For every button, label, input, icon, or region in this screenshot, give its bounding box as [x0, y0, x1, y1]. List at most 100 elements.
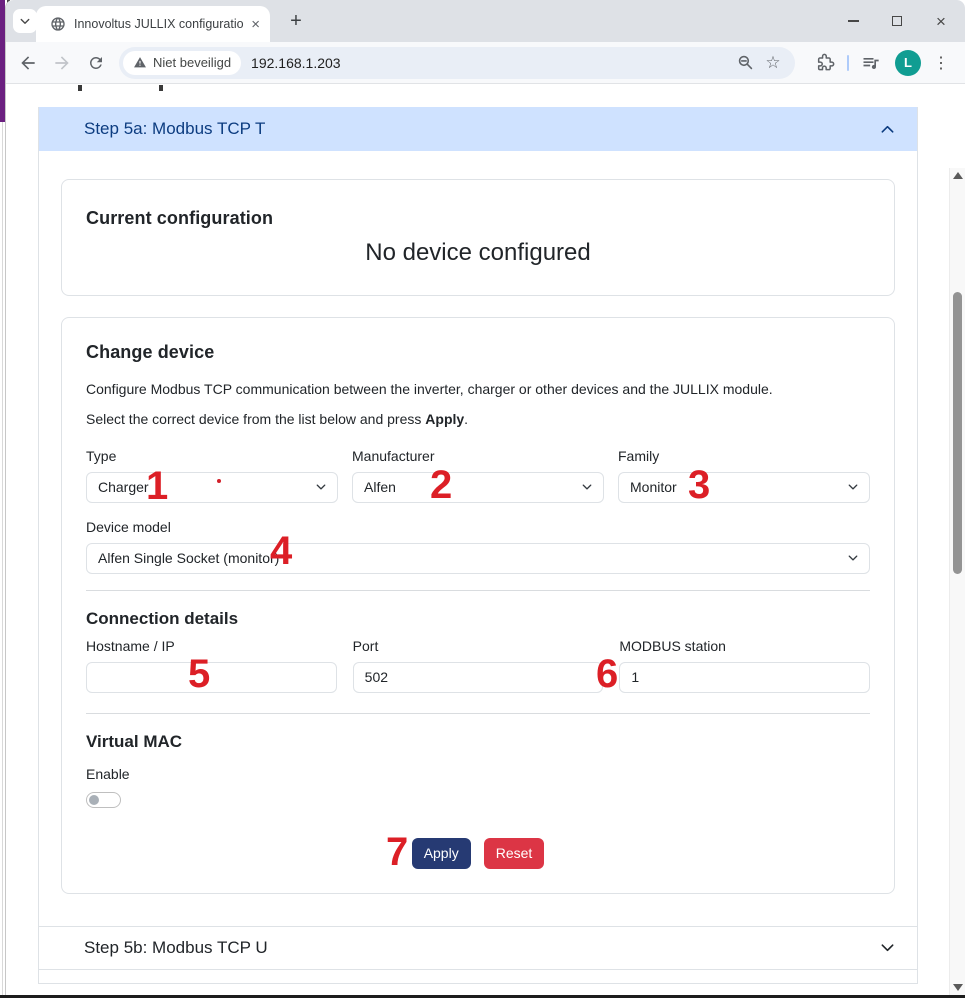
port-field: Port [353, 636, 604, 693]
window-left-border [2, 122, 3, 998]
puzzle-icon [815, 53, 835, 73]
change-device-title: Change device [86, 342, 870, 363]
instruction-period: . [464, 411, 468, 427]
toolbar-divider [847, 55, 849, 71]
port-label: Port [353, 636, 604, 656]
minimize-icon [848, 20, 859, 22]
step5a-title: Step 5a: Modbus TCP T [84, 119, 880, 139]
star-icon: ☆ [765, 53, 780, 73]
window-controls: × [831, 0, 963, 42]
chevron-up-icon [880, 122, 895, 137]
hostname-input[interactable] [86, 662, 337, 693]
change-device-instruction: Select the correct device from the list … [86, 409, 870, 429]
media-controls-button[interactable] [855, 47, 887, 79]
forward-button[interactable] [45, 46, 79, 80]
playlist-icon [861, 53, 881, 73]
extensions-button[interactable] [809, 47, 841, 79]
maximize-button[interactable] [875, 0, 919, 42]
modbus-station-input[interactable] [619, 662, 870, 693]
tab-strip: Innovoltus JULLIX configuration × + × [6, 0, 965, 42]
reload-button[interactable] [79, 46, 113, 80]
browser-toolbar: Niet beveiligd 192.168.1.203 ☆ L ⋮ [6, 42, 965, 84]
chevron-down-icon [880, 940, 895, 955]
scrollbar-thumb[interactable] [953, 292, 962, 574]
connection-details-row: Hostname / IP Scan Port [86, 636, 870, 693]
screenshot-root: Innovoltus JULLIX configuration × + × [0, 0, 965, 998]
forward-arrow-icon [52, 53, 72, 73]
modbus-station-label: MODBUS station [619, 636, 870, 656]
manufacturer-field: Manufacturer Alfen [352, 446, 604, 503]
apply-button[interactable]: Apply [412, 838, 471, 869]
action-button-row: Apply Reset [86, 838, 870, 869]
next-accordion-border [39, 983, 917, 984]
zoom-out-icon [736, 53, 755, 72]
back-button[interactable] [11, 46, 45, 80]
browser-menu-button[interactable]: ⋮ [929, 53, 953, 73]
maximize-icon [892, 16, 902, 26]
enable-label: Enable [86, 764, 870, 784]
chevron-down-icon [19, 15, 31, 27]
globe-favicon-icon [50, 16, 66, 32]
device-model-label: Device model [86, 517, 870, 537]
section-divider [86, 590, 870, 591]
type-field: Type Charger [86, 446, 338, 503]
no-device-status: No device configured [86, 239, 870, 267]
cutoff-text-fragment [78, 85, 82, 91]
warning-icon [133, 56, 147, 69]
scroll-up-button[interactable] [953, 172, 963, 179]
hostname-label: Hostname / IP [86, 636, 337, 656]
family-label: Family [618, 446, 870, 466]
instruction-text: Select the correct device from the list … [86, 411, 425, 427]
section-divider [86, 713, 870, 714]
current-configuration-title: Current configuration [86, 208, 870, 229]
bookmark-star-button[interactable]: ☆ [759, 49, 787, 77]
scrollbar-track[interactable] [949, 168, 965, 995]
zoom-out-indicator[interactable] [731, 49, 759, 77]
step5b-title: Step 5b: Modbus TCP U [84, 938, 880, 958]
device-model-select[interactable]: Alfen Single Socket (monitor) [86, 543, 870, 574]
current-configuration-card: Current configuration No device configur… [61, 179, 895, 296]
virtual-mac-title: Virtual MAC [86, 732, 870, 752]
instruction-apply-bold: Apply [425, 411, 464, 427]
window-close-button[interactable]: × [919, 0, 963, 42]
hostname-field: Hostname / IP Scan [86, 636, 337, 693]
device-model-field: Device model Alfen Single Socket (monito… [86, 517, 870, 574]
back-arrow-icon [18, 53, 38, 73]
tab-close-button[interactable]: × [251, 17, 260, 32]
manufacturer-label: Manufacturer [352, 446, 604, 466]
browser-window: Innovoltus JULLIX configuration × + × [5, 0, 965, 998]
page-content: Step 5a: Modbus TCP T Current configurat… [6, 84, 965, 998]
accordion-gap [39, 970, 917, 983]
connection-details-title: Connection details [86, 609, 870, 629]
browser-tab[interactable]: Innovoltus JULLIX configuration × [36, 6, 270, 42]
cutoff-text-fragment [159, 85, 163, 91]
toggle-knob [89, 795, 99, 805]
type-select[interactable]: Charger [86, 472, 338, 503]
tab-title: Innovoltus JULLIX configuration [74, 17, 243, 31]
scroll-down-button[interactable] [953, 984, 963, 991]
change-device-card: Change device Configure Modbus TCP commu… [61, 317, 895, 894]
accordion-header-step5a[interactable]: Step 5a: Modbus TCP T [39, 107, 917, 151]
profile-avatar[interactable]: L [895, 50, 921, 76]
accordion-body-step5a: Current configuration No device configur… [39, 151, 917, 926]
enable-toggle[interactable] [86, 792, 121, 808]
port-input[interactable] [353, 662, 604, 693]
security-label: Niet beveiligd [153, 55, 231, 70]
type-label: Type [86, 446, 338, 466]
address-bar[interactable]: Niet beveiligd 192.168.1.203 ☆ [119, 47, 795, 79]
new-tab-button[interactable]: + [283, 8, 309, 34]
reload-icon [87, 54, 105, 72]
device-select-row: Type Charger Manufacturer Alfen [86, 446, 870, 503]
family-field: Family Monitor [618, 446, 870, 503]
manufacturer-select[interactable]: Alfen [352, 472, 604, 503]
url-text: 192.168.1.203 [251, 55, 731, 71]
family-select[interactable]: Monitor [618, 472, 870, 503]
tab-search-button[interactable] [13, 9, 37, 33]
minimize-button[interactable] [831, 0, 875, 42]
config-accordion: Step 5a: Modbus TCP T Current configurat… [38, 107, 918, 984]
modbus-station-field: MODBUS station [619, 636, 870, 693]
security-chip[interactable]: Niet beveiligd [123, 51, 241, 75]
reset-button[interactable]: Reset [484, 838, 545, 869]
change-device-description: Configure Modbus TCP communication betwe… [86, 379, 870, 399]
accordion-header-step5b[interactable]: Step 5b: Modbus TCP U [39, 926, 917, 970]
